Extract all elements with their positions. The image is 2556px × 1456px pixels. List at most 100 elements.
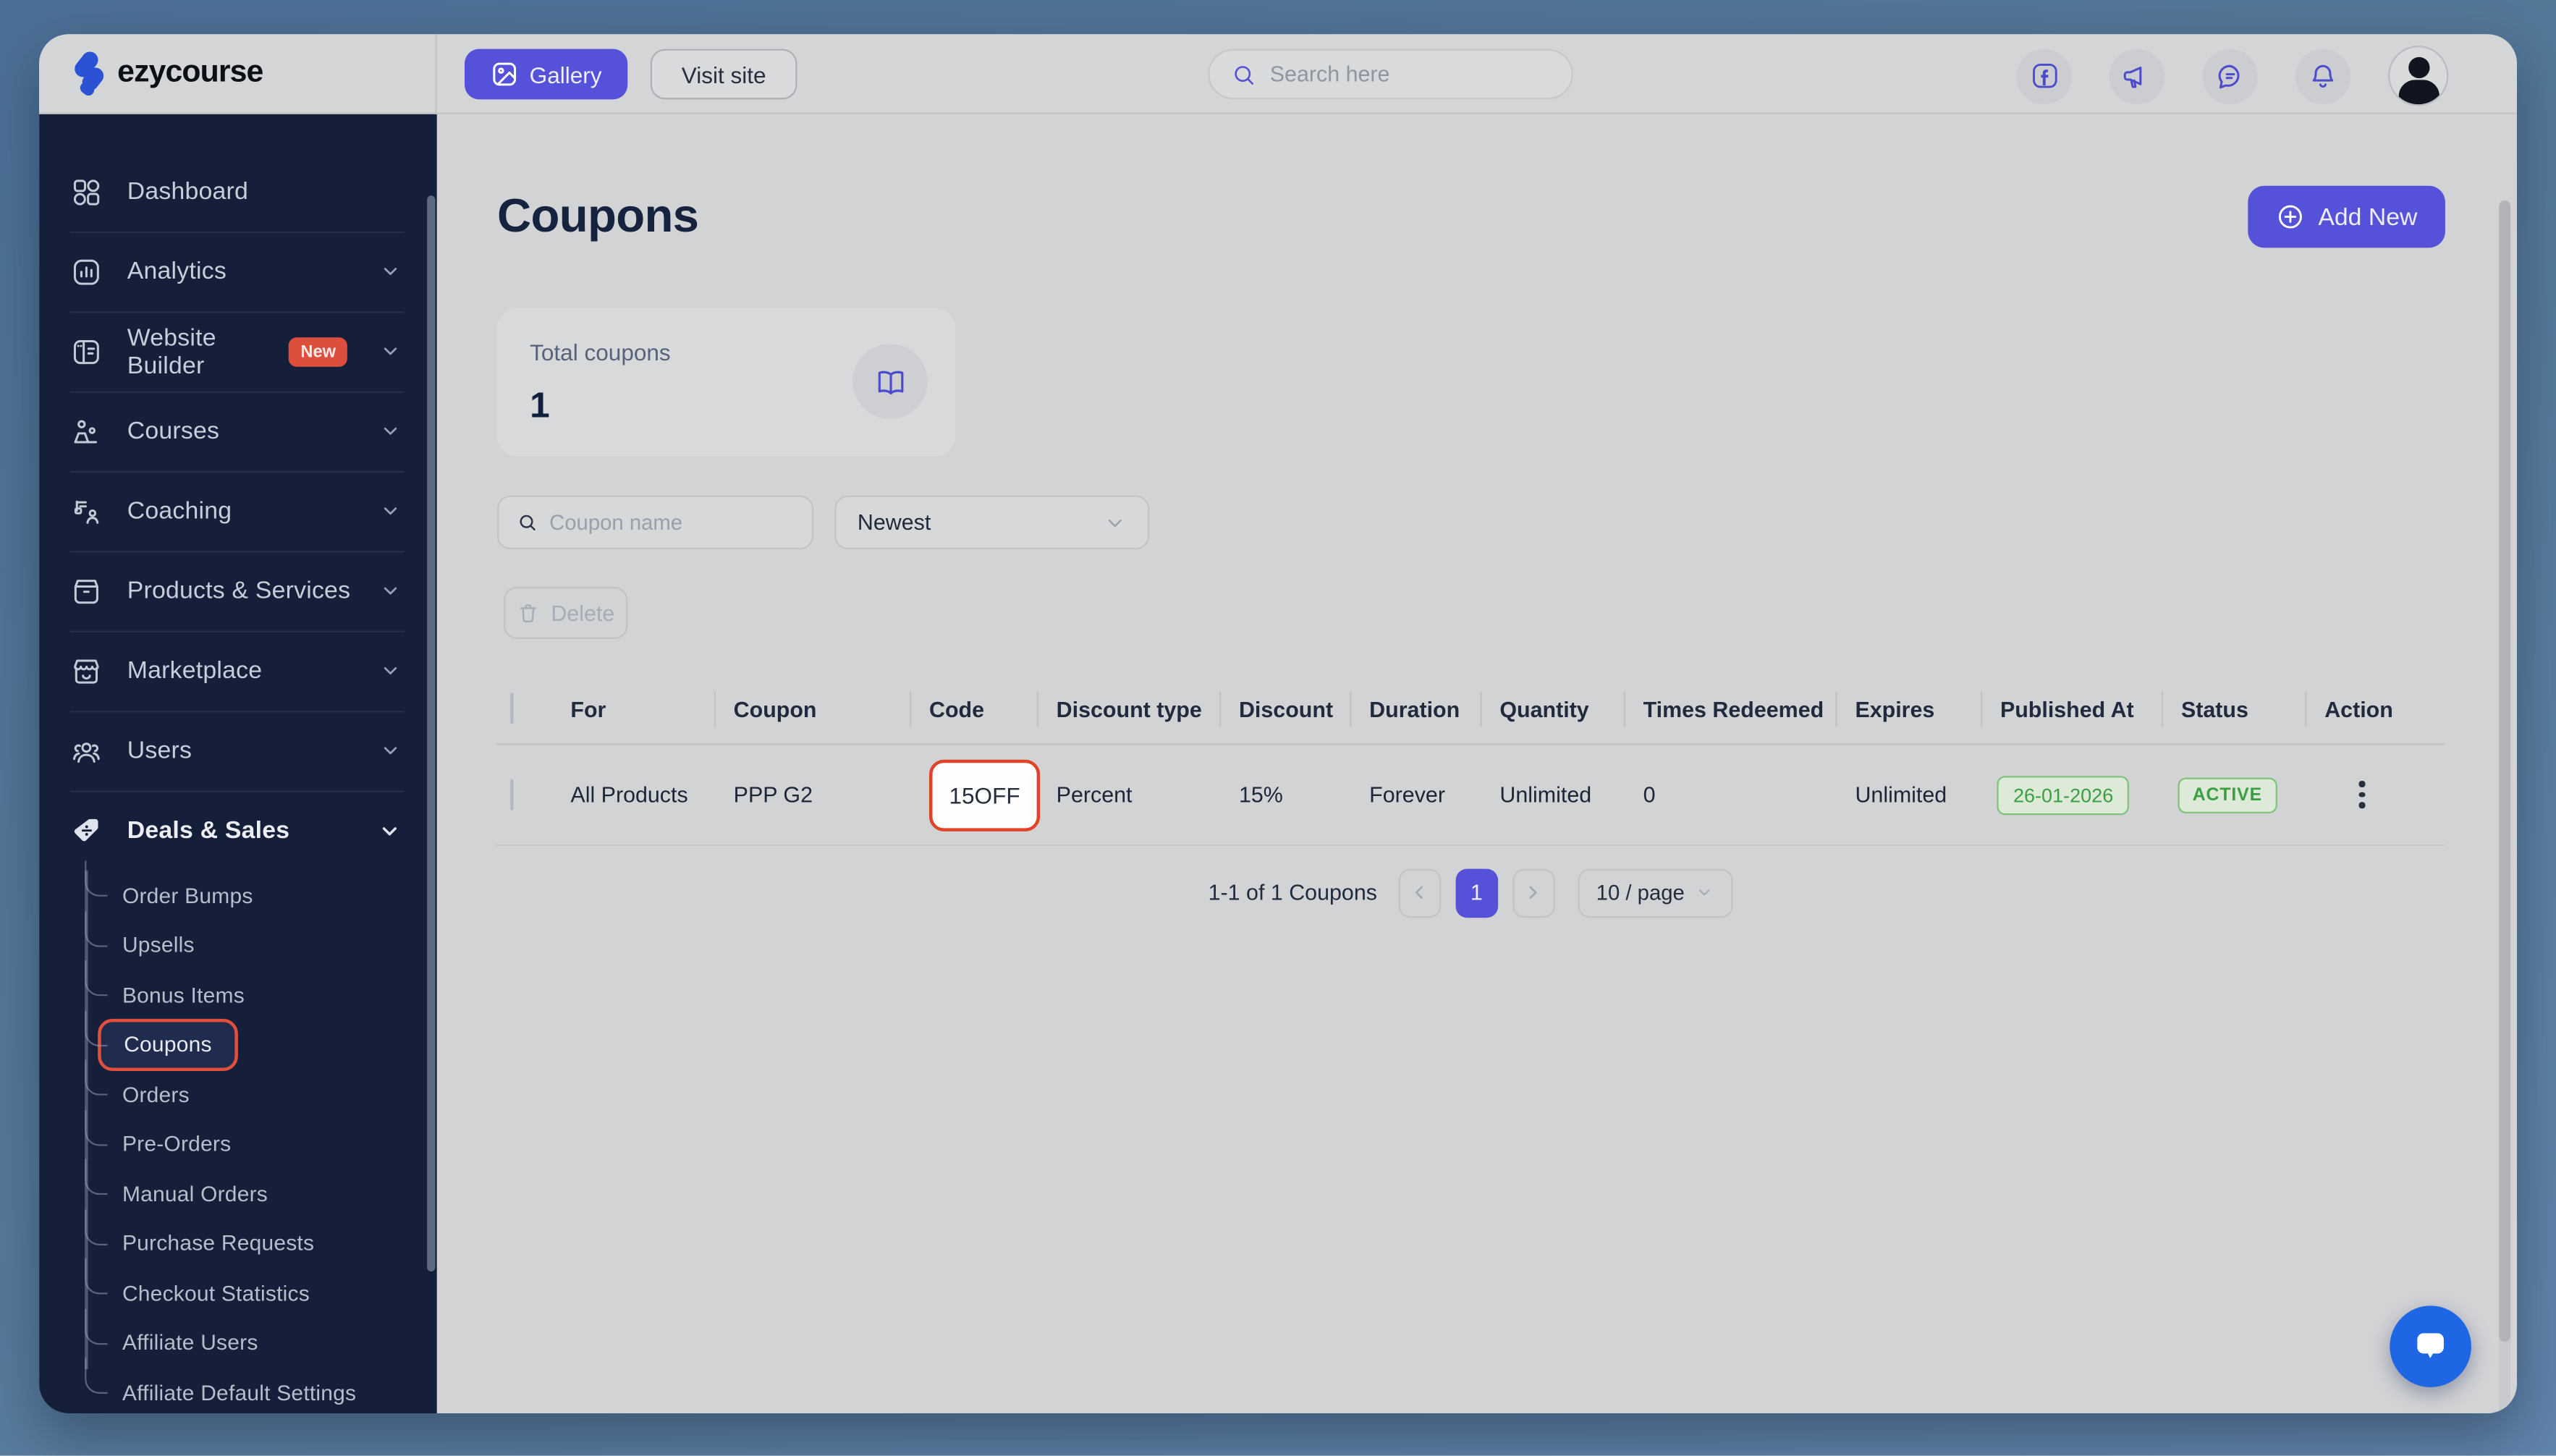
notifications-bell-button[interactable] <box>2295 48 2351 104</box>
page-size-select[interactable]: 10 / page <box>1578 868 1733 918</box>
coupon-code-highlight: 15OFF <box>928 758 1041 831</box>
pagination-summary: 1-1 of 1 Coupons <box>1208 880 1377 905</box>
sort-select-value: Newest <box>857 510 931 535</box>
gallery-button[interactable]: Gallery <box>464 48 628 100</box>
chevron-down-icon <box>384 268 397 276</box>
sidebar-item-label: Website Builder <box>127 323 216 379</box>
logo[interactable]: ezycourse <box>39 34 437 113</box>
chat-widget-button[interactable] <box>2390 1305 2471 1387</box>
coupon-name-input[interactable] <box>549 510 795 535</box>
add-new-button[interactable]: Add New <box>2248 185 2445 248</box>
deals-sales-submenu: Order Bumps Upsells Bonus Items Coupons … <box>39 860 437 1413</box>
header-main: Gallery Visit site <box>437 34 2517 112</box>
image-icon <box>491 60 518 88</box>
sidebar: Dashboard Analytics Website Builder New … <box>39 114 437 1414</box>
sidebar-item-website-builder[interactable]: Website Builder New <box>39 311 437 391</box>
chevron-down-icon <box>1108 518 1122 527</box>
chevron-down-icon <box>382 826 397 835</box>
visit-site-button[interactable]: Visit site <box>650 48 797 100</box>
sidebar-item-label: Marketplace <box>127 656 263 685</box>
column-header: Action <box>2322 697 2445 721</box>
users-icon <box>72 742 100 762</box>
chevron-down-icon <box>1699 889 1711 896</box>
column-header: Status <box>2178 697 2321 721</box>
active-item-highlight: Coupons <box>98 1018 238 1071</box>
submenu-item-affiliate-default-settings[interactable]: Affiliate Default Settings <box>39 1358 437 1413</box>
pagination: 1-1 of 1 Coupons 1 10 / page <box>496 846 2445 939</box>
marketplace-store-icon <box>74 659 99 683</box>
add-new-label: Add New <box>2318 203 2418 231</box>
ezycourse-logo-icon <box>70 48 107 98</box>
dashboard-grid-icon <box>73 179 100 205</box>
sort-select[interactable]: Newest <box>834 495 1150 550</box>
cell-times-redeemed: 0 <box>1643 782 1656 808</box>
announcements-megaphone-button[interactable] <box>2109 48 2165 104</box>
next-page-button[interactable] <box>1512 868 1555 918</box>
sidebar-item-users[interactable]: Users <box>39 711 437 790</box>
new-badge: New <box>289 337 347 366</box>
global-search-input[interactable] <box>1269 62 1551 87</box>
chevron-down-icon <box>384 347 397 355</box>
avatar-silhouette-icon <box>2408 56 2429 79</box>
chevron-down-icon <box>384 747 397 755</box>
current-page-button[interactable]: 1 <box>1455 868 1498 918</box>
gallery-button-label: Gallery <box>529 61 602 88</box>
sidebar-item-label: Courses <box>127 417 220 445</box>
analytics-chart-icon <box>73 258 99 284</box>
app-window: ezycourse Gallery Visit site Search here… <box>39 34 2518 1414</box>
sidebar-item-products-services[interactable]: Products & Services <box>39 551 437 630</box>
plus-circle-icon <box>2279 205 2303 229</box>
sidebar-item-marketplace[interactable]: Marketplace <box>39 630 437 711</box>
messages-button[interactable] <box>2202 48 2258 104</box>
cell-duration: Forever <box>1369 782 1445 808</box>
user-avatar[interactable] <box>2388 46 2449 106</box>
chevron-down-icon <box>384 587 397 595</box>
column-header: Code <box>926 697 1053 721</box>
column-header: For <box>570 696 606 721</box>
logo-text: ezycourse <box>117 55 263 90</box>
column-header: Discount type <box>1053 697 1235 721</box>
delete-button[interactable]: Delete <box>504 586 628 640</box>
chat-bubble-icon <box>2417 1333 2444 1358</box>
select-all-checkbox[interactable] <box>510 693 514 724</box>
sidebar-item-label: Users <box>127 737 192 765</box>
table-row: All Products PPP G2 15OFF Percent 15% Fo… <box>495 745 2445 847</box>
website-builder-icon <box>73 339 99 363</box>
sidebar-item-analytics[interactable]: Analytics <box>39 231 437 311</box>
chevron-down-icon <box>384 666 397 674</box>
delete-label: Delete <box>551 601 615 625</box>
sidebar-item-label: Coaching <box>127 497 232 525</box>
sidebar-item-label: Products & Services <box>127 577 351 605</box>
prev-page-button[interactable] <box>1398 868 1441 918</box>
visit-site-label: Visit site <box>681 61 766 88</box>
stat-icon-circle <box>852 344 928 419</box>
column-header: Coupon <box>730 697 926 721</box>
column-header: Expires <box>1852 697 1997 721</box>
facebook-button[interactable] <box>2016 48 2073 104</box>
desktop-background: ezycourse Gallery Visit site Search here… <box>0 0 2556 1456</box>
sidebar-item-coaching[interactable]: Coaching <box>39 471 437 551</box>
window-scrollbar-thumb[interactable] <box>2499 200 2511 1342</box>
row-actions-kebab-button[interactable] <box>2341 770 2384 819</box>
deals-tag-icon <box>74 818 98 841</box>
search-icon <box>1231 61 1257 87</box>
page-title: Coupons <box>497 190 699 243</box>
sidebar-item-courses[interactable]: Courses <box>39 391 437 471</box>
cell-expires: Unlimited <box>1855 782 1947 808</box>
sidebar-item-dashboard[interactable]: Dashboard <box>39 151 437 231</box>
sidebar-scrollbar[interactable] <box>427 195 436 1272</box>
cell-for: All Products <box>570 782 688 808</box>
column-header: Quantity <box>1497 697 1640 721</box>
sidebar-item-deals-sales[interactable]: Deals & Sales <box>39 790 437 871</box>
sidebar-item-label: Deals & Sales <box>127 816 290 845</box>
status-badge: ACTIVE <box>2178 776 2277 813</box>
column-header: Duration <box>1366 697 1497 721</box>
sidebar-item-label: Analytics <box>127 257 227 286</box>
cell-coupon: PPP G2 <box>733 782 813 808</box>
row-checkbox[interactable] <box>510 778 514 810</box>
products-box-icon <box>74 579 98 604</box>
column-header: Published At <box>1997 697 2178 721</box>
open-book-icon <box>877 370 903 394</box>
top-header: ezycourse Gallery Visit site <box>39 34 2518 114</box>
chevron-left-icon <box>1415 886 1423 899</box>
